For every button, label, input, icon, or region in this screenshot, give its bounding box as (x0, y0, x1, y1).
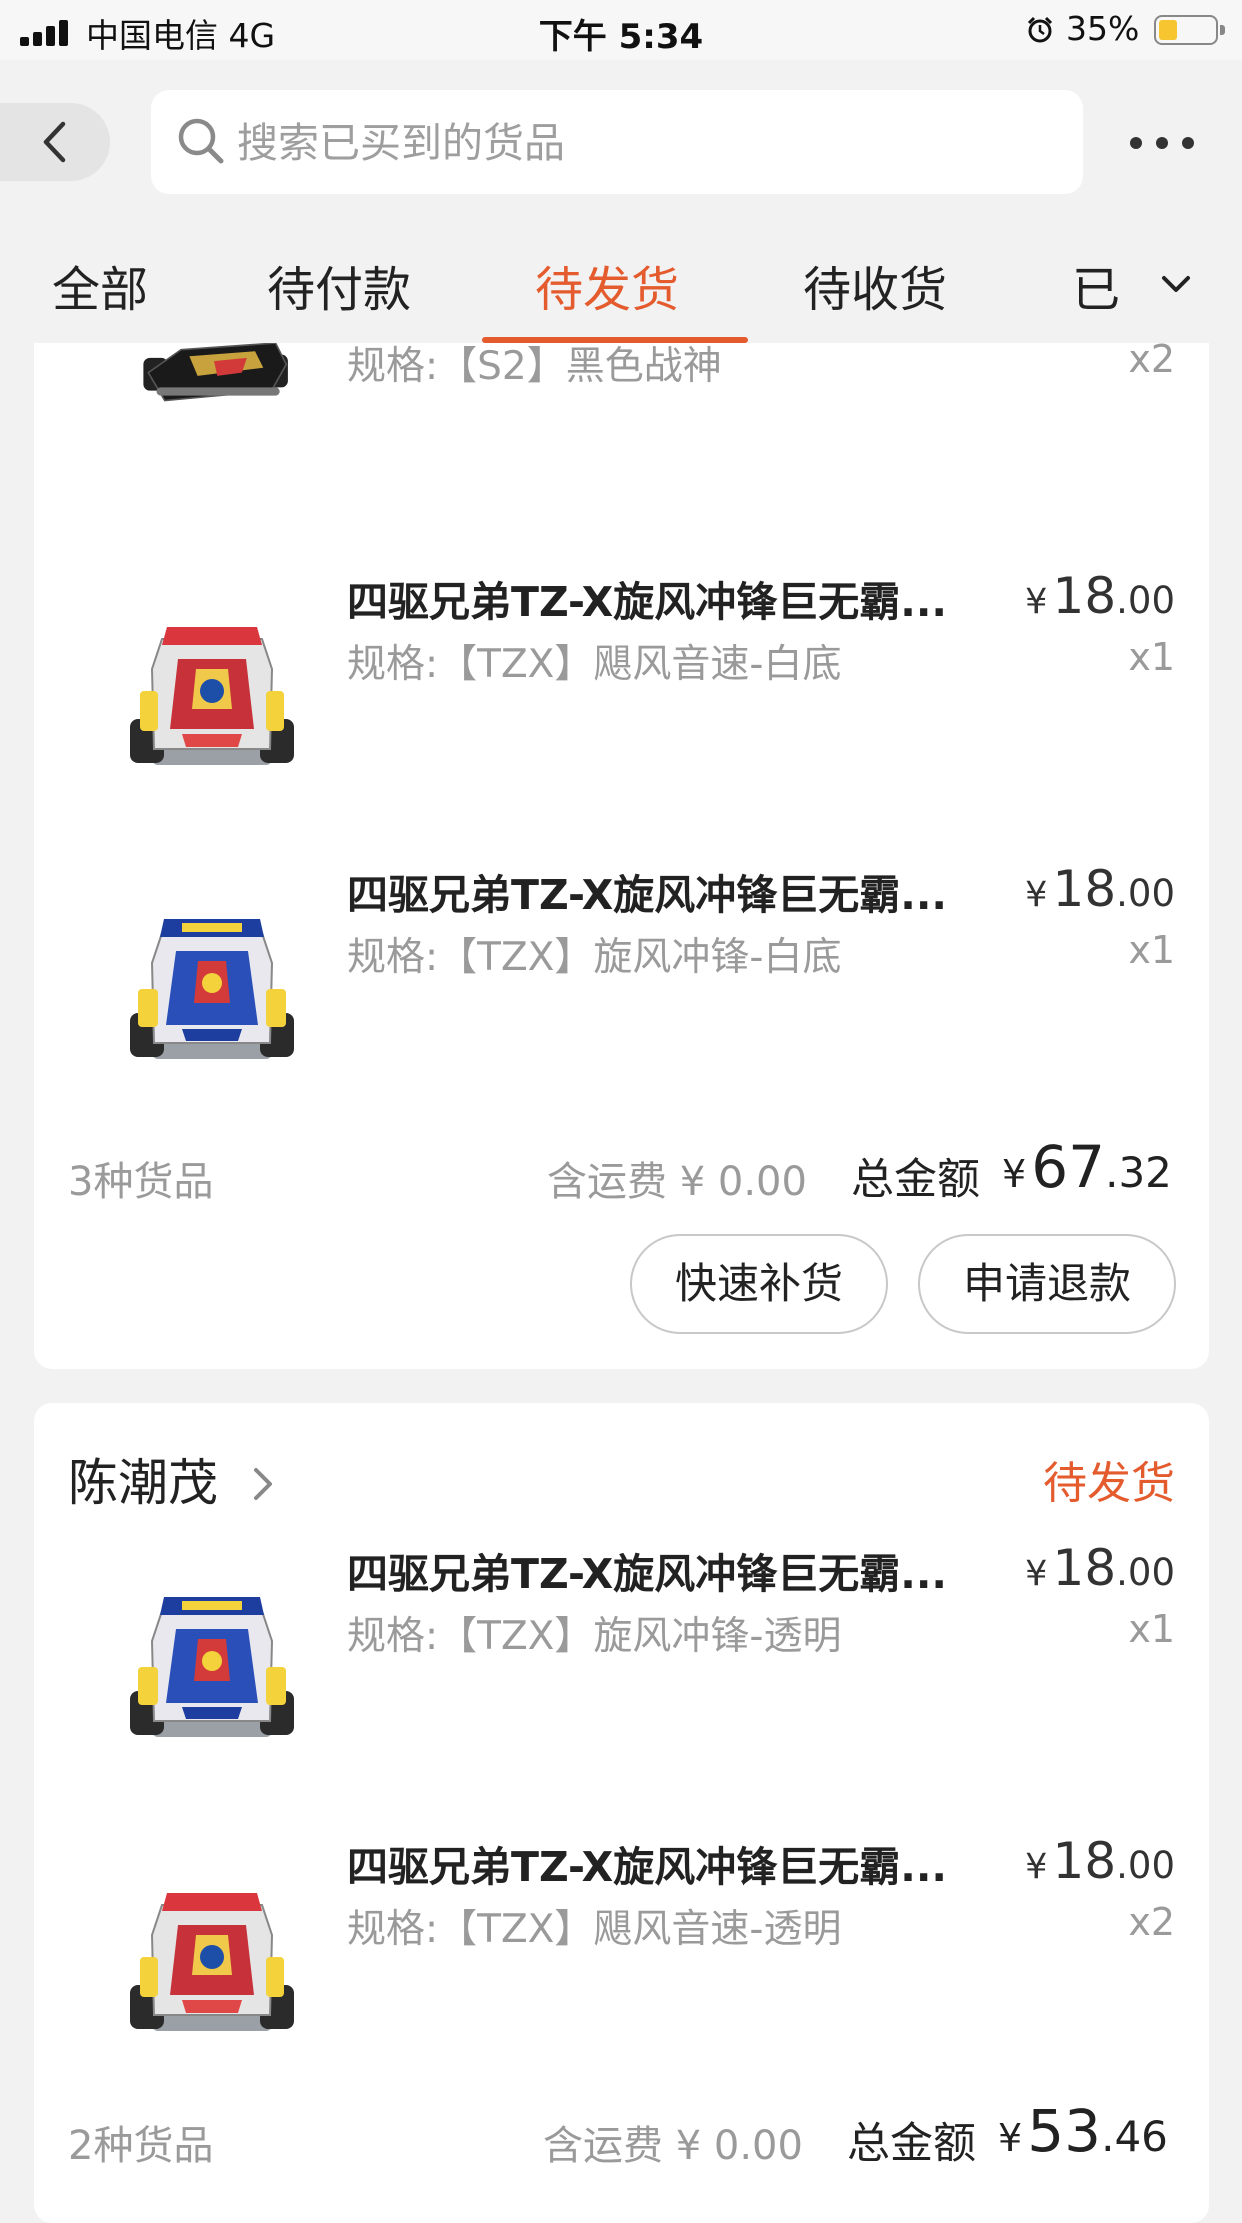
product-price: ¥ 18.00 (1025, 1539, 1175, 1597)
item-count: 3种货品 (68, 1159, 214, 1205)
order-card: 规格:【S2】黑色战神 x2 四驱兄弟TZ-X旋风冲锋巨无霸... 规格:【TZ… (34, 343, 1209, 1369)
seller-name[interactable]: 陈潮茂 (68, 1443, 276, 1515)
product-thumbnail[interactable] (112, 893, 312, 1083)
tab-pending-receipt[interactable]: 待收货 (803, 250, 947, 320)
total-label: 总金额 (847, 2119, 976, 2169)
quick-restock-button[interactable]: 快速补货 (630, 1234, 888, 1334)
search-icon (178, 118, 224, 164)
back-button[interactable] (0, 103, 110, 181)
search-input[interactable] (235, 108, 1059, 178)
signal-icon (20, 18, 74, 46)
battery-percent: 35% (1066, 9, 1140, 48)
product-spec: 规格:【TZX】旋风冲锋-透明 (347, 1614, 842, 1659)
item-count: 2种货品 (68, 2123, 214, 2169)
tab-pending-payment[interactable]: 待付款 (267, 250, 411, 320)
more-options-button[interactable] (1124, 120, 1200, 164)
product-quantity: x2 (1128, 1900, 1175, 1944)
order-tabs: 全部 待付款 待发货 待收货 已 (0, 210, 1242, 343)
carrier-label: 中国电信 4G (86, 16, 276, 55)
order-total: ¥ 53.46 (998, 2097, 1168, 2165)
tab-pending-shipment[interactable]: 待发货 (535, 250, 679, 320)
status-bar: 中国电信 4G 下午 5:34 35% (0, 0, 1242, 60)
product-thumbnail[interactable] (112, 599, 312, 789)
product-name[interactable]: 四驱兄弟TZ-X旋风冲锋巨无霸... (347, 1540, 947, 1600)
order-status-badge: 待发货 (1043, 1458, 1175, 1509)
product-spec: 规格:【TZX】飓风音速-白底 (347, 642, 842, 687)
product-name[interactable]: 四驱兄弟TZ-X旋风冲锋巨无霸... (347, 1833, 947, 1893)
product-price: ¥ 18.00 (1025, 1832, 1175, 1890)
product-thumbnail[interactable] (112, 1571, 312, 1761)
alarm-icon (1027, 16, 1053, 43)
product-spec: 规格:【S2】黑色战神 (347, 344, 722, 389)
product-quantity: x2 (1128, 343, 1175, 381)
product-price: ¥ 18.00 (1025, 860, 1175, 918)
total-label: 总金额 (851, 1155, 980, 1205)
request-refund-button[interactable]: 申请退款 (918, 1234, 1176, 1334)
product-quantity: x1 (1128, 1607, 1175, 1651)
nav-bar (0, 60, 1242, 210)
order-card: 陈潮茂 待发货 四驱兄弟TZ-X旋风冲锋巨无霸... 规格:【TZX】旋风冲锋-… (34, 1403, 1209, 2223)
shipping-fee: 含运费 ¥ 0.00 (543, 2123, 803, 2169)
product-thumbnail[interactable] (112, 1865, 312, 2055)
tab-all[interactable]: 全部 (52, 250, 148, 320)
order-total: ¥ 67.32 (1002, 1133, 1172, 1201)
chevron-right-icon (253, 1468, 272, 1500)
product-spec: 规格:【TZX】旋风冲锋-白底 (347, 935, 842, 980)
chevron-left-icon (43, 121, 66, 163)
search-bar[interactable] (151, 90, 1083, 194)
chevron-down-icon[interactable] (1146, 260, 1206, 310)
tab-completed-truncated[interactable]: 已 (1072, 250, 1120, 320)
product-thumbnail[interactable] (84, 343, 344, 483)
product-name[interactable]: 四驱兄弟TZ-X旋风冲锋巨无霸... (347, 568, 947, 628)
product-spec: 规格:【TZX】飓风音速-透明 (347, 1907, 842, 1952)
product-name[interactable]: 四驱兄弟TZ-X旋风冲锋巨无霸... (347, 861, 947, 921)
product-quantity: x1 (1128, 928, 1175, 972)
product-quantity: x1 (1128, 635, 1175, 679)
shipping-fee: 含运费 ¥ 0.00 (547, 1159, 807, 1205)
battery-icon (1154, 15, 1225, 45)
product-price: ¥ 18.00 (1025, 567, 1175, 625)
